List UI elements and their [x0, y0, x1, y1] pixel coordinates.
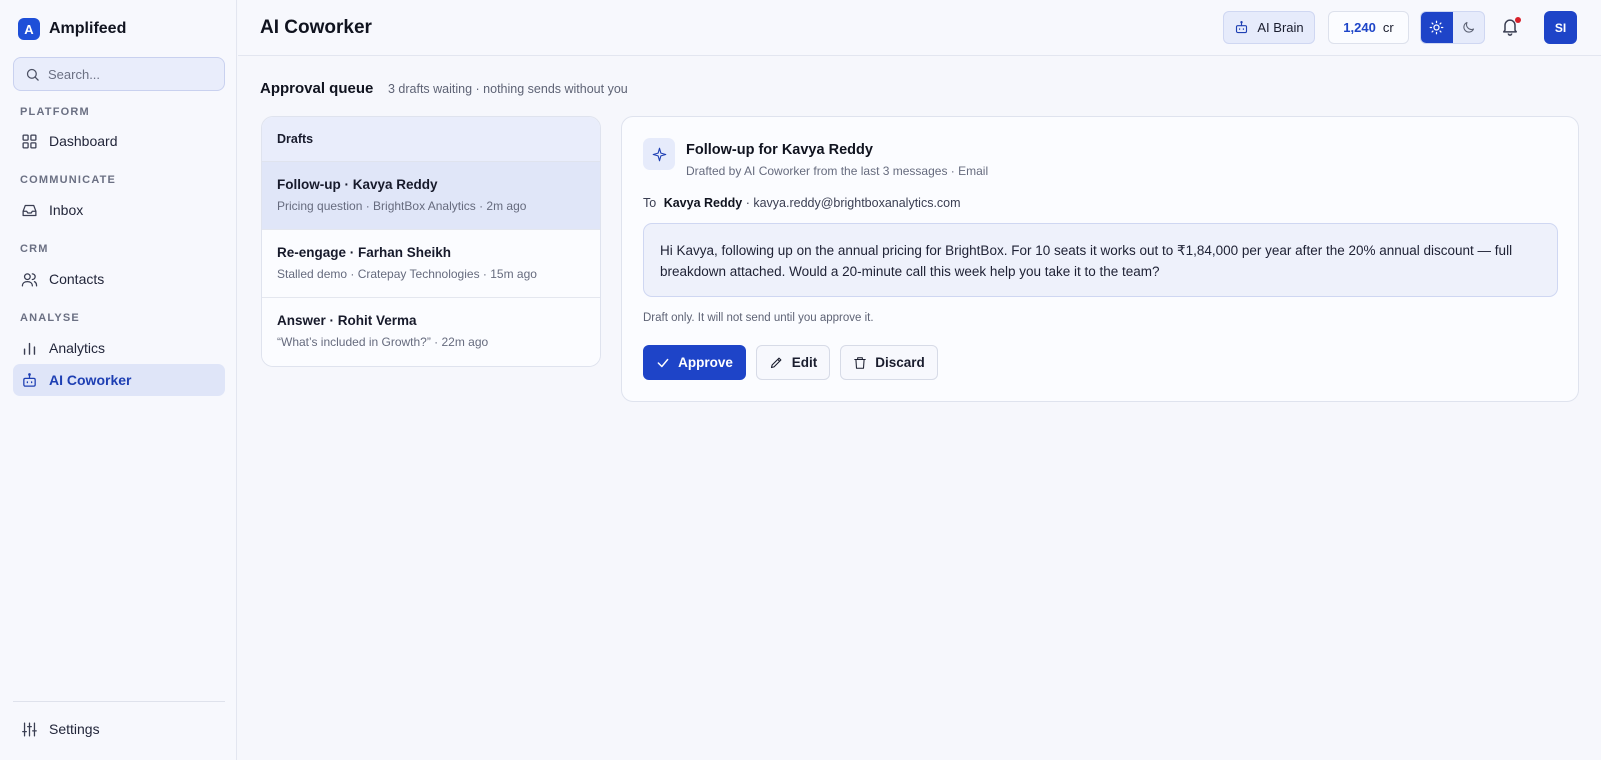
sidebar-item-settings[interactable]: Settings [13, 713, 225, 745]
draft-item-rohit-verma[interactable]: Answer · Rohit Verma “What’s included in… [262, 298, 600, 366]
check-icon [656, 356, 670, 370]
users-icon [21, 271, 38, 288]
credits-unit: cr [1382, 20, 1394, 35]
recipient-email: · kavya.reddy@brightboxanalytics.com [745, 196, 961, 210]
brand[interactable]: A Amplifeed [18, 18, 126, 40]
brand-name: Amplifeed [49, 20, 127, 37]
draft-detail-title: Follow-up for Kavya Reddy [686, 142, 873, 158]
approval-queue-title: Approval queue [260, 80, 374, 97]
discard-label: Discard [875, 355, 925, 370]
ai-brain-button[interactable]: AI Brain [1223, 11, 1315, 44]
section-label-crm: CRM [20, 243, 49, 255]
draft-title: Re-engage · Farhan Sheikh [277, 245, 452, 260]
inbox-icon [21, 202, 38, 219]
sidebar-item-inbox[interactable]: Inbox [13, 194, 225, 226]
approval-queue-subtitle: 3 drafts waiting · nothing sends without… [388, 82, 628, 96]
ai-brain-label: AI Brain [1257, 20, 1304, 35]
sidebar-item-label: AI Coworker [49, 372, 132, 388]
sun-icon [1429, 20, 1444, 35]
search-input[interactable] [48, 66, 208, 82]
notifications-button[interactable] [1500, 16, 1522, 38]
recipient-prefix: To [643, 196, 657, 210]
sidebar-item-label: Inbox [49, 202, 84, 218]
sidebar-item-contacts[interactable]: Contacts [13, 263, 225, 295]
edit-button[interactable]: Edit [756, 345, 830, 380]
sparkle-icon [652, 147, 667, 162]
draft-item-kavya-reddy[interactable]: Follow-up · Kavya Reddy Pricing question… [262, 162, 600, 230]
edit-label: Edit [791, 355, 818, 370]
avatar[interactable]: SI [1544, 11, 1577, 44]
bot-icon [21, 372, 38, 389]
sidebar-item-analytics[interactable]: Analytics [13, 332, 225, 364]
draft-meta: Pricing question · BrightBox Analytics ·… [277, 199, 527, 213]
draft-item-farhan-sheikh[interactable]: Re-engage · Farhan Sheikh Stalled demo ·… [262, 230, 600, 298]
approve-button[interactable]: Approve [643, 345, 746, 380]
bot-icon [1234, 20, 1249, 35]
draft-detail-subtitle: Drafted by AI Coworker from the last 3 m… [686, 164, 989, 178]
draft-detail-panel: Follow-up for Kavya Reddy Drafted by AI … [621, 116, 1579, 402]
draft-note: Draft only. It will not send until you a… [643, 312, 874, 324]
sidebar-item-label: Contacts [49, 271, 105, 287]
section-label-analyse: ANALYSE [20, 312, 80, 324]
page-title: AI Coworker [260, 17, 372, 38]
discard-button[interactable]: Discard [840, 345, 938, 380]
credits-value: 1,240 [1343, 20, 1376, 35]
draft-message-body[interactable]: Hi Kavya, following up on the annual pri… [643, 223, 1558, 297]
trash-icon [853, 356, 867, 370]
brand-logo: A [18, 18, 40, 40]
search-icon [25, 67, 40, 82]
sidebar-item-label: Settings [49, 721, 100, 737]
theme-toggle [1420, 11, 1485, 44]
top-header: AI Coworker AI Brain 1,240 cr SI [238, 0, 1601, 56]
approve-label: Approve [678, 355, 733, 370]
sidebar-item-dashboard[interactable]: Dashboard [13, 125, 225, 157]
sidebar-item-ai-coworker[interactable]: AI Coworker [13, 364, 225, 396]
section-label-platform: PLATFORM [20, 106, 90, 118]
sliders-icon [21, 721, 38, 738]
notification-dot [1515, 17, 1521, 23]
draft-meta: “What’s included in Growth?” · 22m ago [277, 335, 489, 349]
sparkle-badge [643, 138, 675, 170]
bar-chart-icon [21, 340, 38, 357]
sidebar-divider [13, 701, 225, 702]
drafts-list: Drafts Follow-up · Kavya Reddy Pricing q… [261, 116, 601, 367]
search-box[interactable] [13, 57, 225, 91]
draft-title: Answer · Rohit Verma [277, 313, 417, 328]
sidebar-item-label: Dashboard [49, 133, 118, 149]
recipient-name: Kavya Reddy [663, 196, 743, 210]
light-mode-button[interactable] [1421, 12, 1453, 43]
pencil-icon [769, 355, 784, 370]
section-label-communicate: COMMUNICATE [20, 174, 117, 186]
dark-mode-button[interactable] [1453, 12, 1485, 43]
moon-icon [1461, 20, 1476, 35]
credits-badge[interactable]: 1,240 cr [1328, 11, 1409, 44]
drafts-header: Drafts [262, 117, 600, 162]
grid-icon [21, 133, 38, 150]
draft-title: Follow-up · Kavya Reddy [277, 177, 438, 192]
recipient-line: To Kavya Reddy · kavya.reddy@brightboxan… [643, 196, 961, 210]
sidebar-item-label: Analytics [49, 340, 106, 356]
sidebar: A Amplifeed PLATFORM Dashboard COMMUNICA… [0, 0, 237, 760]
draft-meta: Stalled demo · Cratepay Technologies · 1… [277, 267, 537, 281]
